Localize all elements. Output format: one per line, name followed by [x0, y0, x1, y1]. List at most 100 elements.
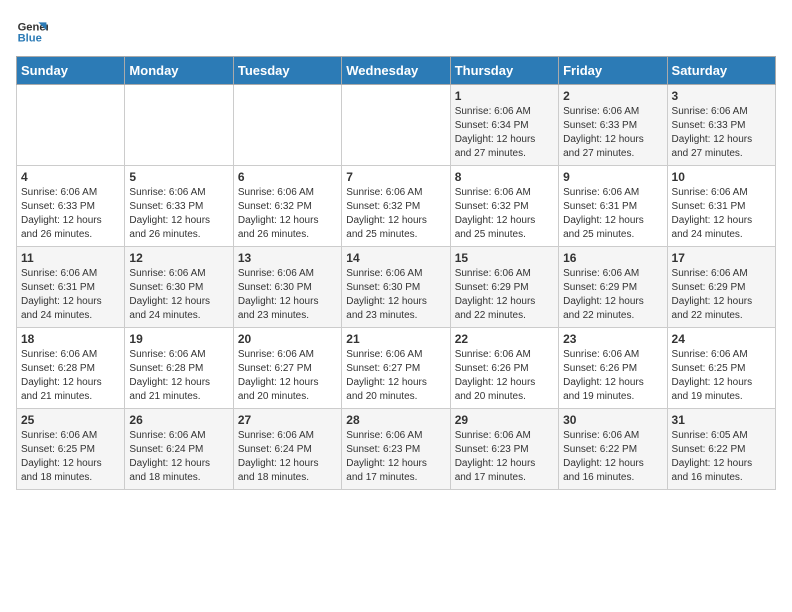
calendar-cell: 1 Sunrise: 6:06 AM Sunset: 6:34 PM Daylig…	[450, 85, 558, 166]
col-header-friday: Friday	[559, 57, 667, 85]
calendar-cell: 11 Sunrise: 6:06 AM Sunset: 6:31 PM Dayli…	[17, 247, 125, 328]
day-info: Sunrise: 6:06 AM Sunset: 6:24 PM Dayligh…	[129, 429, 228, 485]
page-header: General Blue	[16, 16, 776, 48]
day-number: 6	[238, 170, 337, 184]
day-info: Sunrise: 6:05 AM Sunset: 6:22 PM Dayligh…	[672, 429, 771, 485]
day-info: Sunrise: 6:06 AM Sunset: 6:31 PM Dayligh…	[21, 267, 120, 323]
day-info: Sunrise: 6:06 AM Sunset: 6:24 PM Dayligh…	[238, 429, 337, 485]
calendar-cell	[17, 85, 125, 166]
calendar-header-row: SundayMondayTuesdayWednesdayThursdayFrid…	[17, 57, 776, 85]
calendar-cell: 4 Sunrise: 6:06 AM Sunset: 6:33 PM Daylig…	[17, 166, 125, 247]
col-header-thursday: Thursday	[450, 57, 558, 85]
day-number: 20	[238, 332, 337, 346]
day-number: 23	[563, 332, 662, 346]
calendar-cell: 29 Sunrise: 6:06 AM Sunset: 6:23 PM Dayli…	[450, 409, 558, 490]
calendar-cell	[342, 85, 450, 166]
day-number: 24	[672, 332, 771, 346]
calendar-cell: 13 Sunrise: 6:06 AM Sunset: 6:30 PM Dayli…	[233, 247, 341, 328]
day-number: 1	[455, 89, 554, 103]
day-info: Sunrise: 6:06 AM Sunset: 6:30 PM Dayligh…	[346, 267, 445, 323]
calendar-cell	[233, 85, 341, 166]
calendar-cell: 23 Sunrise: 6:06 AM Sunset: 6:26 PM Dayli…	[559, 328, 667, 409]
calendar-cell: 15 Sunrise: 6:06 AM Sunset: 6:29 PM Dayli…	[450, 247, 558, 328]
day-number: 31	[672, 413, 771, 427]
day-info: Sunrise: 6:06 AM Sunset: 6:29 PM Dayligh…	[672, 267, 771, 323]
day-info: Sunrise: 6:06 AM Sunset: 6:27 PM Dayligh…	[238, 348, 337, 404]
day-info: Sunrise: 6:06 AM Sunset: 6:29 PM Dayligh…	[563, 267, 662, 323]
calendar-cell: 6 Sunrise: 6:06 AM Sunset: 6:32 PM Daylig…	[233, 166, 341, 247]
day-number: 29	[455, 413, 554, 427]
day-info: Sunrise: 6:06 AM Sunset: 6:28 PM Dayligh…	[21, 348, 120, 404]
day-number: 15	[455, 251, 554, 265]
day-info: Sunrise: 6:06 AM Sunset: 6:25 PM Dayligh…	[21, 429, 120, 485]
logo-icon: General Blue	[16, 16, 48, 48]
day-number: 19	[129, 332, 228, 346]
day-info: Sunrise: 6:06 AM Sunset: 6:31 PM Dayligh…	[672, 186, 771, 242]
day-info: Sunrise: 6:06 AM Sunset: 6:25 PM Dayligh…	[672, 348, 771, 404]
calendar-cell: 19 Sunrise: 6:06 AM Sunset: 6:28 PM Dayli…	[125, 328, 233, 409]
day-info: Sunrise: 6:06 AM Sunset: 6:28 PM Dayligh…	[129, 348, 228, 404]
calendar-cell: 26 Sunrise: 6:06 AM Sunset: 6:24 PM Dayli…	[125, 409, 233, 490]
calendar-cell: 12 Sunrise: 6:06 AM Sunset: 6:30 PM Dayli…	[125, 247, 233, 328]
day-number: 7	[346, 170, 445, 184]
day-number: 5	[129, 170, 228, 184]
calendar-cell: 8 Sunrise: 6:06 AM Sunset: 6:32 PM Daylig…	[450, 166, 558, 247]
calendar-table: SundayMondayTuesdayWednesdayThursdayFrid…	[16, 56, 776, 490]
day-info: Sunrise: 6:06 AM Sunset: 6:26 PM Dayligh…	[455, 348, 554, 404]
calendar-week-row: 11 Sunrise: 6:06 AM Sunset: 6:31 PM Dayli…	[17, 247, 776, 328]
day-info: Sunrise: 6:06 AM Sunset: 6:29 PM Dayligh…	[455, 267, 554, 323]
day-number: 11	[21, 251, 120, 265]
logo: General Blue	[16, 16, 48, 48]
day-info: Sunrise: 6:06 AM Sunset: 6:23 PM Dayligh…	[455, 429, 554, 485]
day-info: Sunrise: 6:06 AM Sunset: 6:30 PM Dayligh…	[129, 267, 228, 323]
calendar-week-row: 25 Sunrise: 6:06 AM Sunset: 6:25 PM Dayli…	[17, 409, 776, 490]
calendar-cell: 25 Sunrise: 6:06 AM Sunset: 6:25 PM Dayli…	[17, 409, 125, 490]
day-info: Sunrise: 6:06 AM Sunset: 6:23 PM Dayligh…	[346, 429, 445, 485]
col-header-tuesday: Tuesday	[233, 57, 341, 85]
day-info: Sunrise: 6:06 AM Sunset: 6:26 PM Dayligh…	[563, 348, 662, 404]
day-info: Sunrise: 6:06 AM Sunset: 6:33 PM Dayligh…	[21, 186, 120, 242]
svg-text:Blue: Blue	[18, 33, 42, 45]
day-info: Sunrise: 6:06 AM Sunset: 6:30 PM Dayligh…	[238, 267, 337, 323]
day-info: Sunrise: 6:06 AM Sunset: 6:32 PM Dayligh…	[238, 186, 337, 242]
day-number: 18	[21, 332, 120, 346]
calendar-cell: 3Sunrise: 6:06 AM Sunset: 6:33 PM Daylig…	[667, 85, 775, 166]
day-number: 25	[21, 413, 120, 427]
day-number: 14	[346, 251, 445, 265]
calendar-cell	[125, 85, 233, 166]
calendar-cell: 10Sunrise: 6:06 AM Sunset: 6:31 PM Dayli…	[667, 166, 775, 247]
day-number: 2	[563, 89, 662, 103]
calendar-cell: 27Sunrise: 6:06 AM Sunset: 6:24 PM Dayli…	[233, 409, 341, 490]
col-header-wednesday: Wednesday	[342, 57, 450, 85]
day-number: 8	[455, 170, 554, 184]
calendar-cell: 22Sunrise: 6:06 AM Sunset: 6:26 PM Dayli…	[450, 328, 558, 409]
calendar-cell: 18 Sunrise: 6:06 AM Sunset: 6:28 PM Dayli…	[17, 328, 125, 409]
calendar-cell: 7 Sunrise: 6:06 AM Sunset: 6:32 PM Daylig…	[342, 166, 450, 247]
day-info: Sunrise: 6:06 AM Sunset: 6:33 PM Dayligh…	[129, 186, 228, 242]
day-number: 9	[563, 170, 662, 184]
calendar-cell: 9 Sunrise: 6:06 AM Sunset: 6:31 PM Daylig…	[559, 166, 667, 247]
day-info: Sunrise: 6:06 AM Sunset: 6:34 PM Dayligh…	[455, 105, 554, 161]
calendar-cell: 20 Sunrise: 6:06 AM Sunset: 6:27 PM Dayli…	[233, 328, 341, 409]
day-info: Sunrise: 6:06 AM Sunset: 6:32 PM Dayligh…	[455, 186, 554, 242]
day-number: 12	[129, 251, 228, 265]
day-number: 26	[129, 413, 228, 427]
col-header-monday: Monday	[125, 57, 233, 85]
calendar-cell: 2 Sunrise: 6:06 AM Sunset: 6:33 PM Daylig…	[559, 85, 667, 166]
calendar-cell: 28Sunrise: 6:06 AM Sunset: 6:23 PM Dayli…	[342, 409, 450, 490]
calendar-cell: 14 Sunrise: 6:06 AM Sunset: 6:30 PM Dayli…	[342, 247, 450, 328]
day-number: 4	[21, 170, 120, 184]
col-header-saturday: Saturday	[667, 57, 775, 85]
day-info: Sunrise: 6:06 AM Sunset: 6:22 PM Dayligh…	[563, 429, 662, 485]
day-number: 16	[563, 251, 662, 265]
calendar-cell: 17Sunrise: 6:06 AM Sunset: 6:29 PM Dayli…	[667, 247, 775, 328]
calendar-cell: 30Sunrise: 6:06 AM Sunset: 6:22 PM Dayli…	[559, 409, 667, 490]
day-info: Sunrise: 6:06 AM Sunset: 6:33 PM Dayligh…	[563, 105, 662, 161]
calendar-cell: 24 Sunrise: 6:06 AM Sunset: 6:25 PM Dayli…	[667, 328, 775, 409]
calendar-week-row: 1 Sunrise: 6:06 AM Sunset: 6:34 PM Daylig…	[17, 85, 776, 166]
day-info: Sunrise: 6:06 AM Sunset: 6:31 PM Dayligh…	[563, 186, 662, 242]
day-number: 13	[238, 251, 337, 265]
calendar-week-row: 4 Sunrise: 6:06 AM Sunset: 6:33 PM Daylig…	[17, 166, 776, 247]
calendar-cell: 21Sunrise: 6:06 AM Sunset: 6:27 PM Dayli…	[342, 328, 450, 409]
day-info: Sunrise: 6:06 AM Sunset: 6:32 PM Dayligh…	[346, 186, 445, 242]
